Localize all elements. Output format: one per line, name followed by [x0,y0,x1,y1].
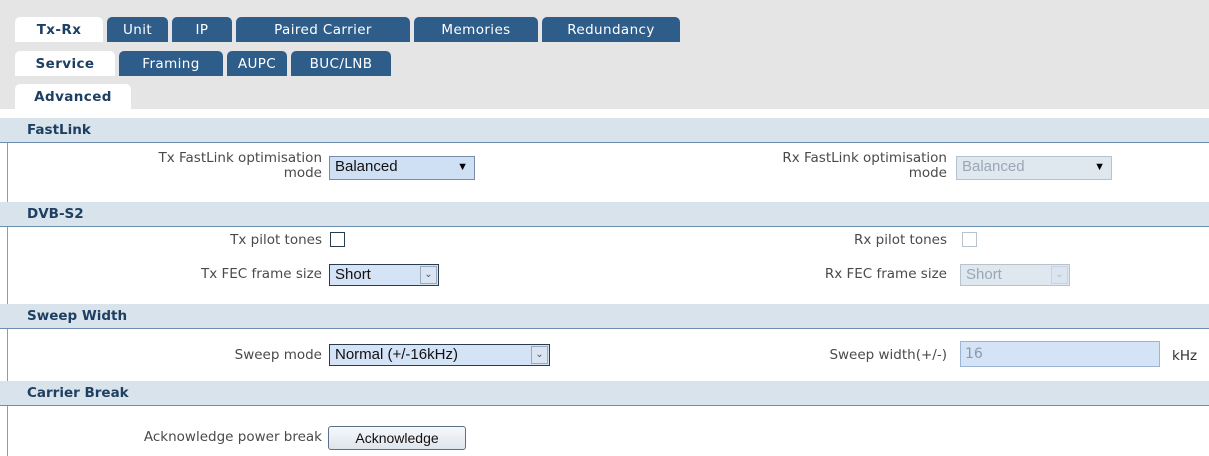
tab-framing[interactable]: Framing [119,51,223,76]
tab-paired-carrier[interactable]: Paired Carrier [236,17,410,42]
sweep-mode-value: Normal (+/-16kHz) [335,346,458,363]
rx-fec-frame-size-label: Rx FEC frame size [824,266,947,282]
rx-pilot-tones-label: Rx pilot tones [853,232,947,248]
tab-row-1: Tx-Rx Unit IP Paired Carrier Memories Re… [0,17,1209,42]
tx-pilot-tones-label: Tx pilot tones [230,232,322,248]
chevron-down-icon: ⌄ [1051,266,1068,284]
rx-fec-frame-size-select[interactable]: Short ⌄ [960,264,1070,286]
sweep-width-input[interactable]: 16 [960,341,1160,367]
rx-fastlink-label: Rx FastLink optimisation mode [697,151,947,181]
tx-pilot-tones-checkbox[interactable] [330,232,345,247]
tab-memories[interactable]: Memories [414,17,538,42]
tab-advanced[interactable]: Advanced [15,84,131,109]
acknowledge-power-break-label: Acknowledge power break [143,429,322,445]
section-sweep-width-header: Sweep Width [0,304,1209,329]
tx-fec-frame-size-label: Tx FEC frame size [200,266,322,282]
tab-row-3: Advanced [0,84,1209,109]
tab-row-2: Service Framing AUPC BUC/LNB [0,51,1209,76]
tx-fec-frame-size-value: Short [335,266,371,283]
rx-fastlink-select[interactable]: Balanced ▼ [956,156,1112,180]
sweep-width-label: Sweep width(+/-) [829,347,947,363]
tx-fastlink-label-line2: mode [283,165,322,181]
tx-fastlink-select[interactable]: Balanced ▼ [329,156,475,180]
section-fastlink-header: FastLink [0,118,1209,143]
tx-fastlink-label-line1: Tx FastLink optimisation [158,150,322,166]
chevron-down-icon: ⌄ [420,266,437,284]
chevron-down-icon: ▼ [457,161,468,173]
rx-pilot-tones-checkbox[interactable] [962,232,977,247]
rx-fastlink-label-line2: mode [908,165,947,181]
tab-ip[interactable]: IP [172,17,232,42]
tab-tx-rx[interactable]: Tx-Rx [15,17,103,42]
tab-aupc[interactable]: AUPC [227,51,287,76]
tab-unit[interactable]: Unit [107,17,168,42]
chevron-down-icon: ▼ [1094,161,1105,173]
rx-fec-frame-size-value: Short [966,266,1002,283]
tx-fastlink-value: Balanced [335,158,398,175]
chevron-down-icon: ⌄ [531,346,548,364]
section-carrier-break-header: Carrier Break [0,381,1209,406]
rx-fastlink-label-line1: Rx FastLink optimisation [782,150,947,166]
sweep-width-unit: kHz [1172,348,1198,364]
sweep-mode-select[interactable]: Normal (+/-16kHz) ⌄ [329,344,550,366]
tx-fastlink-label: Tx FastLink optimisation mode [72,151,322,181]
tab-service[interactable]: Service [15,51,115,76]
section-dvbs2-header: DVB-S2 [0,202,1209,227]
rx-fastlink-value: Balanced [962,158,1025,175]
acknowledge-button[interactable]: Acknowledge [328,426,466,450]
tab-redundancy[interactable]: Redundancy [542,17,680,42]
tx-fec-frame-size-select[interactable]: Short ⌄ [329,264,439,286]
tab-buc-lnb[interactable]: BUC/LNB [291,51,391,76]
sweep-mode-label: Sweep mode [234,347,322,363]
